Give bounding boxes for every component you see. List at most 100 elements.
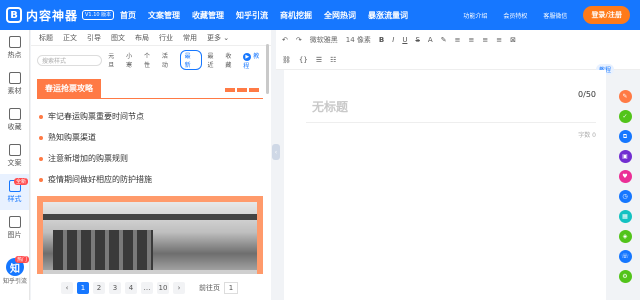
copy-icon[interactable]: ⧉ bbox=[618, 130, 632, 143]
next-page-button[interactable]: › bbox=[173, 282, 185, 294]
nav-item-favorites[interactable]: 收藏管理 bbox=[192, 10, 224, 21]
nav-item-hotwords[interactable]: 全网热词 bbox=[324, 10, 356, 21]
hot-badge: 热门 bbox=[14, 256, 29, 263]
align-justify-icon[interactable]: ≡ bbox=[496, 36, 502, 44]
bullet-icon bbox=[39, 156, 43, 161]
top-right-links: 功能介绍 会员特权 客服微信 登录/注册 bbox=[463, 6, 640, 24]
collapse-panel-button[interactable]: ‹ bbox=[272, 144, 280, 160]
divider bbox=[37, 98, 263, 99]
nav-item-opportunity[interactable]: 商机挖掘 bbox=[280, 10, 312, 21]
tab-more[interactable]: 更多 ⌄ bbox=[207, 33, 229, 43]
nav-item-zhihu[interactable]: 知乎引流 bbox=[236, 10, 268, 21]
word-count: 字数 0 bbox=[578, 132, 596, 139]
version-badge: V1.10 版本 bbox=[82, 10, 115, 20]
feature-link[interactable]: 功能介绍 bbox=[463, 11, 487, 20]
code-icon[interactable]: {} bbox=[299, 56, 308, 64]
new-badge: 全新 bbox=[14, 178, 29, 185]
rail-item-hot[interactable]: 热点 bbox=[0, 30, 29, 66]
filter-latest[interactable]: 最新 bbox=[179, 50, 202, 70]
bullet-icon bbox=[39, 135, 43, 140]
rail-item-material[interactable]: 素材 bbox=[0, 66, 29, 102]
tab-common[interactable]: 常用 bbox=[183, 33, 197, 43]
chip-event[interactable]: 活动 bbox=[162, 51, 174, 69]
edit-icon[interactable]: ✎ bbox=[618, 90, 632, 103]
filter-recent[interactable]: 最近 bbox=[208, 51, 220, 69]
highlight-icon[interactable]: ✎ bbox=[441, 36, 447, 44]
right-tools: ✎ ✓ ⧉ ▣ ♥ ◷ ▦ ◈ ☏ ⚙ bbox=[612, 90, 638, 300]
font-family-select[interactable]: 微软雅黑 bbox=[310, 35, 338, 45]
align-left-icon[interactable]: ≡ bbox=[455, 36, 461, 44]
train-station-photo bbox=[43, 202, 257, 274]
tutorial-link[interactable]: 教程 bbox=[243, 51, 265, 70]
panel-scrollbar[interactable] bbox=[266, 44, 269, 94]
phone-icon[interactable]: ☏ bbox=[618, 250, 632, 263]
italic-icon[interactable]: I bbox=[392, 36, 394, 44]
list-item: 疫情期间做好相应的防护措施 bbox=[37, 169, 263, 190]
rail-item-favorites[interactable]: 收藏 bbox=[0, 102, 29, 138]
redo-icon[interactable]: ↷ bbox=[296, 36, 302, 44]
card-header: 春运抢票攻略 bbox=[37, 74, 263, 102]
document-icon bbox=[8, 144, 21, 156]
chevron-down-icon: ⌄ bbox=[223, 33, 230, 42]
bullet-icon bbox=[39, 177, 43, 182]
filter-collect[interactable]: 收藏 bbox=[225, 51, 237, 69]
zhihu-shortcut[interactable]: 知 热门 知乎引流 bbox=[3, 256, 29, 285]
page-button[interactable]: 4 bbox=[125, 282, 137, 294]
align-center-icon[interactable]: ≡ bbox=[468, 36, 474, 44]
bag-icon[interactable]: ◈ bbox=[618, 230, 632, 243]
page-button[interactable]: 3 bbox=[109, 282, 121, 294]
tab-body[interactable]: 正文 bbox=[63, 33, 77, 43]
bookmark-icon bbox=[8, 108, 21, 120]
page-button[interactable]: 2 bbox=[93, 282, 105, 294]
nav-item-traffic[interactable]: 暴涨流量词 bbox=[368, 10, 408, 21]
picture-icon bbox=[8, 216, 21, 228]
font-color-icon[interactable]: A bbox=[428, 36, 433, 44]
card-title: 春运抢票攻略 bbox=[37, 78, 101, 98]
page-button[interactable]: 10 bbox=[157, 282, 169, 294]
settings-icon[interactable]: ⚙ bbox=[618, 270, 632, 283]
rail-item-picture[interactable]: 图片 bbox=[0, 210, 29, 246]
page-button[interactable]: 1 bbox=[77, 282, 89, 294]
unordered-list-icon[interactable]: ☰ bbox=[316, 56, 322, 64]
card-list: 牢记春运购票重要时间节点 熟知购票渠道 注意新增加的购票规则 疫情期间做好相应的… bbox=[37, 106, 263, 190]
style-template-card[interactable]: 春运抢票攻略 牢记春运购票重要时间节点 熟知购票渠道 注意新增加的购票规则 疫情… bbox=[37, 74, 263, 274]
link-icon[interactable]: ⛓ bbox=[282, 56, 291, 64]
style-filters: 搜索样式 元旦 小寒 个性 活动 最新 最近 收藏 教程 bbox=[31, 46, 271, 74]
clock-icon[interactable]: ◷ bbox=[618, 190, 632, 203]
underline-icon[interactable]: U bbox=[402, 36, 407, 44]
tab-layout[interactable]: 布局 bbox=[135, 33, 149, 43]
member-link[interactable]: 会员特权 bbox=[503, 11, 527, 20]
chip-personal[interactable]: 个性 bbox=[144, 51, 156, 69]
chip-newyear[interactable]: 元旦 bbox=[108, 51, 120, 69]
tab-title[interactable]: 标题 bbox=[39, 33, 53, 43]
rail-item-copy[interactable]: 文案 bbox=[0, 138, 29, 174]
bold-icon[interactable]: B bbox=[379, 36, 384, 44]
tab-imagetext[interactable]: 图文 bbox=[111, 33, 125, 43]
font-size-select[interactable]: 14 像素 bbox=[346, 35, 371, 45]
gift-icon[interactable]: ▣ bbox=[618, 150, 632, 163]
nav-item-copy[interactable]: 文案管理 bbox=[148, 10, 180, 21]
heart-icon[interactable]: ♥ bbox=[618, 170, 632, 183]
strikethrough-icon[interactable]: S bbox=[415, 36, 419, 44]
clear-format-icon[interactable]: ⊠ bbox=[510, 36, 516, 44]
goto-page-input[interactable]: 1 bbox=[224, 282, 238, 294]
editor-canvas[interactable]: 无标题 0/50 字数 0 bbox=[284, 70, 606, 300]
style-search-input[interactable]: 搜索样式 bbox=[37, 54, 103, 66]
chip-xiaohan[interactable]: 小寒 bbox=[126, 51, 138, 69]
tab-guide[interactable]: 引导 bbox=[87, 33, 101, 43]
tab-industry[interactable]: 行业 bbox=[159, 33, 173, 43]
nav-item-home[interactable]: 首页 bbox=[120, 10, 136, 21]
ordered-list-icon[interactable]: ☷ bbox=[330, 56, 336, 64]
check-icon[interactable]: ✓ bbox=[618, 110, 632, 123]
goto-label: 前往页 bbox=[199, 284, 220, 292]
undo-icon[interactable]: ↶ bbox=[282, 36, 288, 44]
login-button[interactable]: 登录/注册 bbox=[583, 6, 630, 24]
prev-page-button[interactable]: ‹ bbox=[61, 282, 73, 294]
align-right-icon[interactable]: ≡ bbox=[482, 36, 488, 44]
grid-icon[interactable]: ▦ bbox=[618, 210, 632, 223]
style-panel: 标题 正文 引导 图文 布局 行业 常用 更多 ⌄ 搜索样式 元旦 小寒 个性 … bbox=[31, 30, 271, 300]
title-input[interactable]: 无标题 bbox=[312, 98, 348, 115]
brand-name: 内容神器 bbox=[26, 8, 79, 23]
service-link[interactable]: 客服微信 bbox=[543, 11, 567, 20]
brand-logo[interactable]: B 内容神器 V1.10 版本 bbox=[0, 7, 120, 24]
